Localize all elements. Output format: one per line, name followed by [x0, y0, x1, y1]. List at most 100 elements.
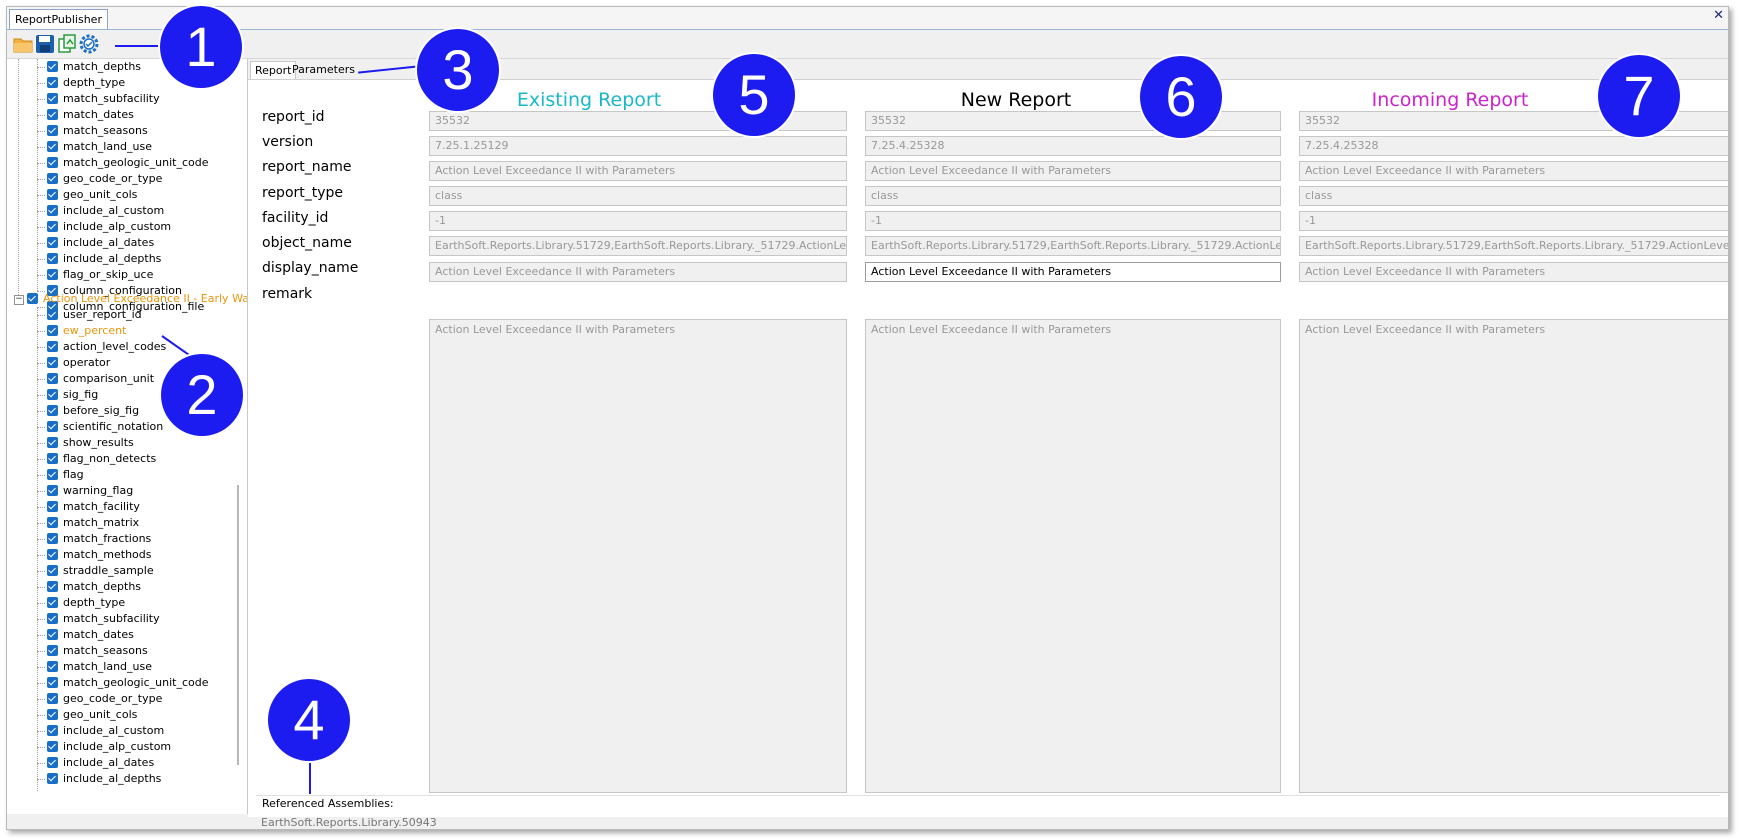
tree-item-label: warning_flag: [63, 484, 134, 497]
checkbox-checked-icon[interactable]: [47, 309, 58, 320]
tree-item-label: match_seasons: [63, 644, 148, 657]
tree-connector: [37, 539, 45, 540]
tree-connector: [37, 379, 45, 380]
checkbox-checked-icon[interactable]: [47, 205, 58, 216]
tree-connector: [37, 331, 45, 332]
tree-connector: [37, 211, 45, 212]
checkbox-checked-icon[interactable]: [47, 93, 58, 104]
tree-connector: [37, 147, 45, 148]
checkbox-checked-icon[interactable]: [47, 709, 58, 720]
checkbox-checked-icon[interactable]: [47, 157, 58, 168]
checkbox-checked-icon[interactable]: [47, 581, 58, 592]
settings-icon[interactable]: [79, 34, 99, 54]
tree-connector: [37, 275, 45, 276]
checkbox-checked-icon[interactable]: [47, 341, 58, 352]
tree-connector: [37, 635, 45, 636]
checkbox-checked-icon[interactable]: [47, 189, 58, 200]
checkbox-checked-icon[interactable]: [47, 629, 58, 640]
tree-connector: [37, 523, 45, 524]
tree-connector: [37, 443, 45, 444]
tree-item-label: match_matrix: [63, 516, 140, 529]
checkbox-checked-icon[interactable]: [47, 421, 58, 432]
checkbox-checked-icon[interactable]: [47, 565, 58, 576]
tree-connector: [37, 347, 45, 348]
checkbox-checked-icon[interactable]: [47, 125, 58, 136]
checkbox-checked-icon[interactable]: [47, 405, 58, 416]
checkbox-checked-icon[interactable]: [47, 661, 58, 672]
incoming-version-field: 7.25.4.25328: [1299, 136, 1728, 156]
tree-connector: [37, 427, 45, 428]
checkbox-checked-icon[interactable]: [47, 389, 58, 400]
tree-item-label: scientific_notation: [63, 420, 164, 433]
tree-guide-line: [18, 59, 19, 299]
tree-item-label: include_al_depths: [63, 252, 162, 265]
tree-item-label: geo_code_or_type: [63, 172, 163, 185]
tree-connector: [37, 259, 45, 260]
tree-item-label: flag_non_detects: [63, 452, 157, 465]
checkbox-checked-icon[interactable]: [47, 173, 58, 184]
publish-icon[interactable]: [57, 34, 77, 54]
close-icon[interactable]: ✕: [1713, 8, 1724, 23]
new-report-id-field: 35532: [865, 111, 1281, 131]
tab-report-publisher[interactable]: ReportPublisher: [9, 9, 108, 29]
tree-item-label: match_seasons: [63, 124, 148, 137]
checkbox-checked-icon[interactable]: [47, 453, 58, 464]
new-object-name-field: EarthSoft.Reports.Library.51729,EarthSof…: [865, 236, 1281, 256]
checkbox-checked-icon[interactable]: [47, 357, 58, 368]
tree-item-label: include_alp_custom: [63, 220, 172, 233]
tree-vertical-scrollbar[interactable]: [237, 485, 239, 765]
callout-badge-2: 2: [161, 354, 243, 436]
tree-item-label: geo_code_or_type: [63, 692, 163, 705]
checkbox-checked-icon[interactable]: [47, 269, 58, 280]
tree-item-label: include_al_custom: [63, 724, 165, 737]
callout-connector: [309, 758, 311, 794]
checkbox-checked-icon[interactable]: [47, 597, 58, 608]
tree-connector: [37, 779, 45, 780]
checkbox-checked-icon[interactable]: [47, 725, 58, 736]
tree-connector: [37, 715, 45, 716]
new-display-name-field[interactable]: Action Level Exceedance II with Paramete…: [865, 262, 1281, 282]
collapse-icon[interactable]: −: [14, 295, 24, 305]
checkbox-checked-icon[interactable]: [47, 469, 58, 480]
checkbox-checked-icon[interactable]: [47, 741, 58, 752]
checkbox-checked-icon[interactable]: [47, 325, 58, 336]
open-folder-icon[interactable]: [13, 34, 33, 54]
checkbox-checked-icon[interactable]: [47, 517, 58, 528]
new-remark-area[interactable]: Action Level Exceedance II with Paramete…: [865, 319, 1281, 793]
checkbox-checked-icon[interactable]: [47, 61, 58, 72]
checkbox-checked-icon[interactable]: [47, 485, 58, 496]
callout-badge-6: 6: [1140, 56, 1222, 138]
checkbox-checked-icon[interactable]: [27, 293, 38, 304]
checkbox-checked-icon[interactable]: [47, 757, 58, 768]
document-tab-strip: ReportPublisher ✕: [7, 7, 1728, 30]
tree-item-label: include_al_custom: [63, 204, 165, 217]
tab-parameters[interactable]: Parameters: [288, 61, 359, 78]
tree-connector: [37, 131, 45, 132]
checkbox-checked-icon[interactable]: [47, 549, 58, 560]
checkbox-checked-icon[interactable]: [47, 677, 58, 688]
checkbox-checked-icon[interactable]: [47, 253, 58, 264]
checkbox-checked-icon[interactable]: [47, 109, 58, 120]
save-icon[interactable]: [35, 34, 55, 54]
checkbox-checked-icon[interactable]: [47, 373, 58, 384]
checkbox-checked-icon[interactable]: [47, 533, 58, 544]
tree-item-label: operator: [63, 356, 111, 369]
checkbox-checked-icon[interactable]: [47, 693, 58, 704]
tree-item-label: match_land_use: [63, 660, 153, 673]
tree-item-label: comparison_unit: [63, 372, 155, 385]
checkbox-checked-icon[interactable]: [47, 237, 58, 248]
checkbox-checked-icon[interactable]: [47, 613, 58, 624]
tree-connector: [37, 683, 45, 684]
checkbox-checked-icon[interactable]: [47, 141, 58, 152]
checkbox-checked-icon[interactable]: [47, 645, 58, 656]
tree-item-label: geo_unit_cols: [63, 188, 138, 201]
checkbox-checked-icon[interactable]: [47, 221, 58, 232]
tree-connector: [37, 163, 45, 164]
checkbox-checked-icon[interactable]: [47, 773, 58, 784]
checkbox-checked-icon[interactable]: [47, 437, 58, 448]
checkbox-checked-icon[interactable]: [47, 77, 58, 88]
tree-connector: [37, 747, 45, 748]
callout-badge-4: 4: [268, 679, 350, 761]
checkbox-checked-icon[interactable]: [47, 501, 58, 512]
tree-item-label: flag_or_skip_uce: [63, 268, 154, 281]
